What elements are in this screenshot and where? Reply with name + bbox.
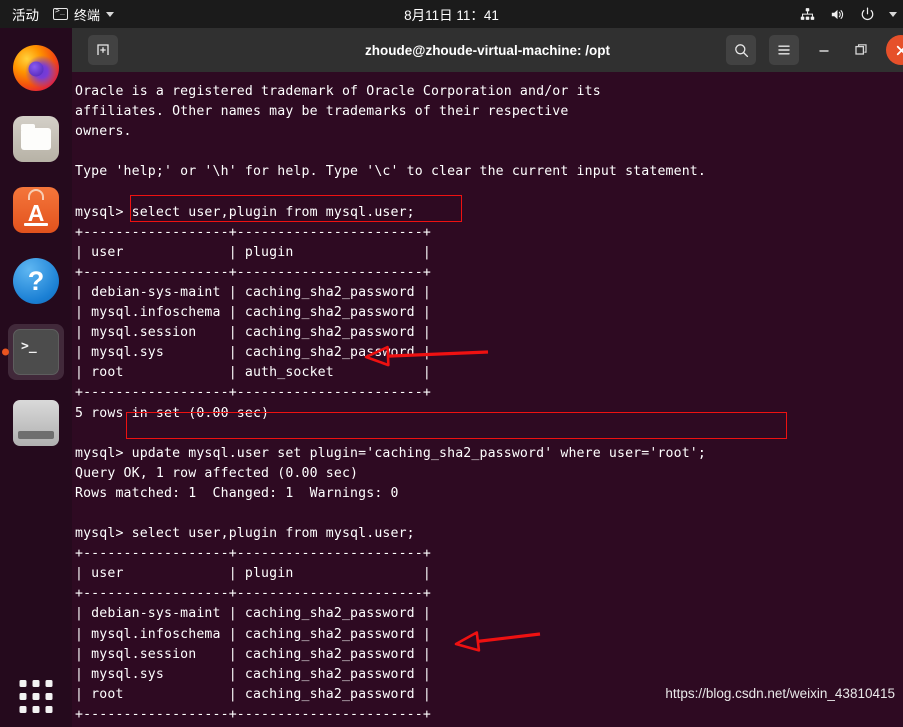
power-icon [861,7,874,20]
chevron-down-icon [106,11,115,17]
ubuntu-dock: A ? [0,28,72,727]
firefox-icon [13,45,59,91]
clock-area: 8月11日 11：41 [0,0,903,28]
clock-label[interactable]: 8月11日 11：41 [404,4,499,24]
grid-dot [32,693,40,700]
volume-icon [831,9,844,19]
disk-drive-icon [13,400,59,446]
maximize-button[interactable] [849,38,873,62]
grid-dot [45,706,53,713]
terminal-window: zhoude@zhoude-virtual-machine: /opt Orac… [72,28,903,727]
minimize-button[interactable] [812,38,836,62]
grid-dot [45,680,53,687]
terminal-output: Oracle is a registered trademark of Orac… [75,84,706,722]
app-menu-terminal[interactable]: 终端 [53,5,115,24]
dock-item-drive[interactable] [8,395,64,451]
search-icon [734,43,748,57]
chevron-down-icon[interactable] [889,11,897,17]
screen: 活动 终端 8月11日 11：41 [0,0,903,727]
files-folder-icon [13,116,59,162]
show-applications-button[interactable] [19,680,53,713]
grid-dot [32,706,40,713]
gnome-top-bar: 活动 终端 8月11日 11：41 [0,0,903,28]
system-indicators[interactable] [799,0,897,28]
dock-item-terminal[interactable] [8,324,64,380]
maximize-icon [855,44,867,55]
dock-item-list: A ? [8,28,64,451]
close-icon [896,45,903,55]
dock-item-files[interactable] [8,111,64,167]
help-question-icon: ? [13,258,59,304]
terminal-body[interactable]: Oracle is a registered trademark of Orac… [72,72,903,727]
new-tab-button[interactable] [88,35,118,65]
grid-dot [19,706,27,713]
activities-button[interactable]: 活动 [12,4,39,24]
terminal-icon [53,6,68,20]
network-icon [800,7,815,20]
close-button[interactable] [886,35,903,65]
grid-dot [19,680,27,687]
hamburger-icon [778,45,790,55]
new-tab-icon [97,44,109,55]
dock-item-software[interactable]: A [8,182,64,238]
menu-button[interactable] [769,35,799,65]
grid-dot [19,693,27,700]
top-bar-left-group: 活动 终端 [0,4,115,24]
watermark-text: https://blog.csdn.net/weixin_43810415 [665,686,895,701]
minimize-icon [819,50,829,52]
dock-item-help[interactable]: ? [8,253,64,309]
dock-item-firefox[interactable] [8,40,64,96]
search-button[interactable] [726,35,756,65]
app-menu-label: 终端 [74,7,101,23]
grid-dot [32,680,40,687]
window-titlebar: zhoude@zhoude-virtual-machine: /opt [72,28,903,72]
ubuntu-software-icon: A [13,187,59,233]
titlebar-controls [726,28,903,72]
terminal-icon [13,329,59,375]
grid-dot [45,693,53,700]
